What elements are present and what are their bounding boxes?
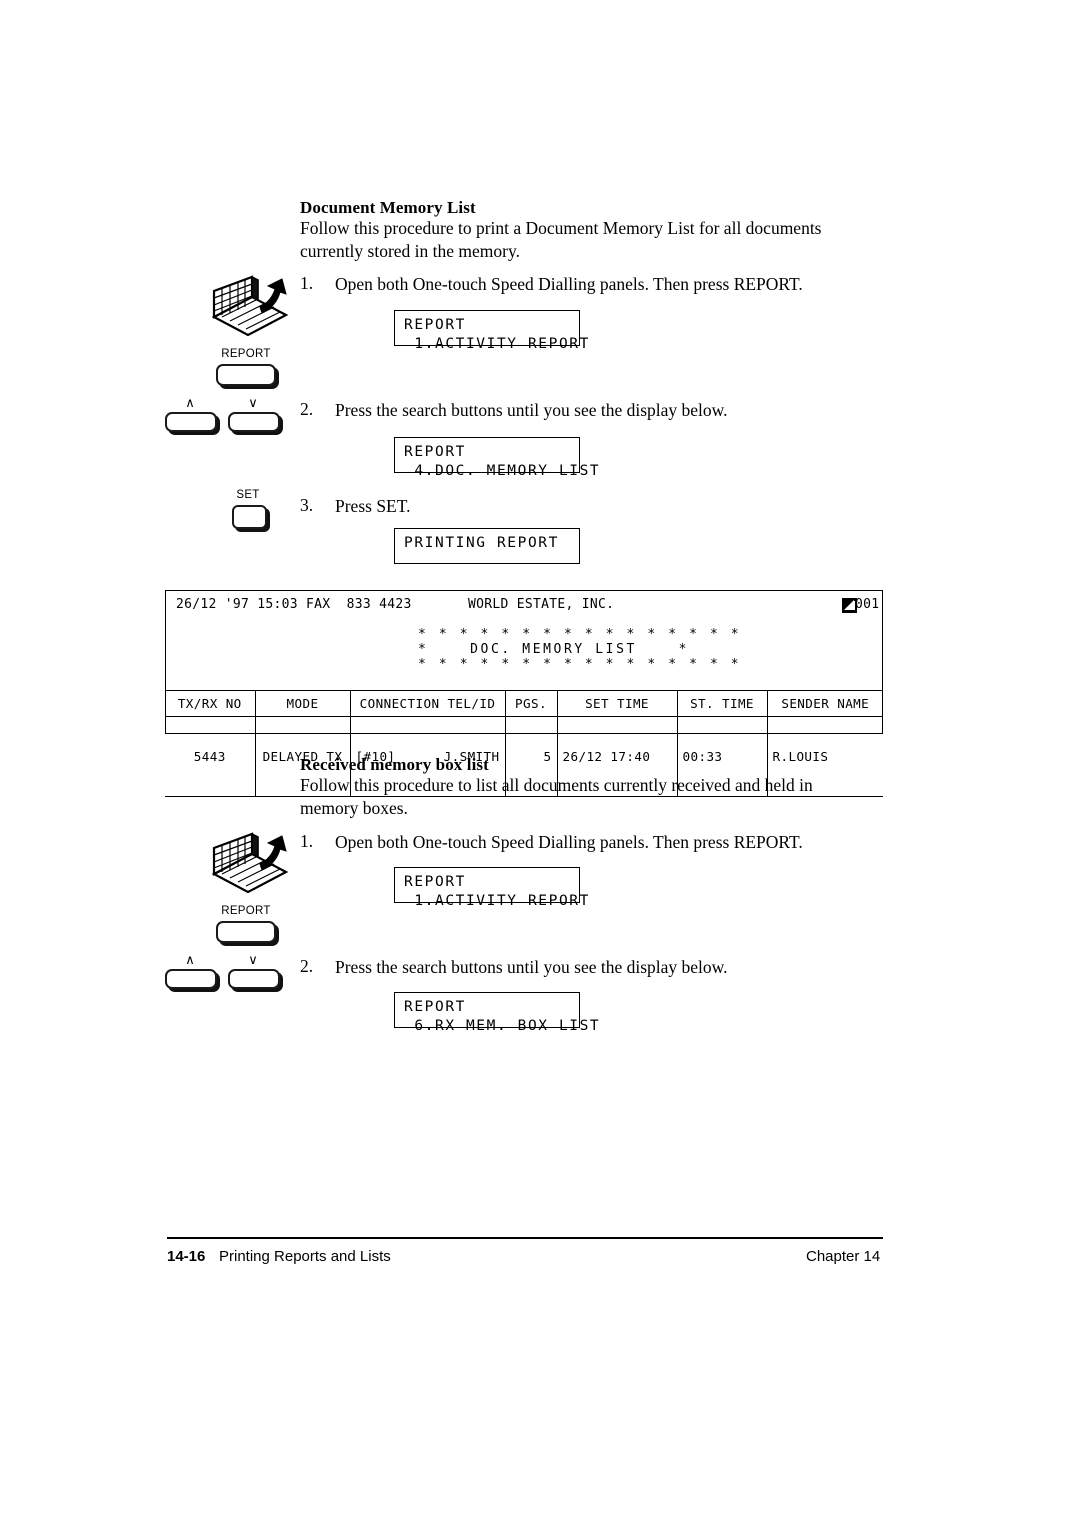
step-number-1-3: 3. — [300, 495, 314, 515]
report-key-label-2: REPORT — [221, 905, 271, 917]
one-touch-panel-illustration-2 — [200, 832, 295, 907]
step-text-2-2: Press the search buttons until you see t… — [335, 957, 728, 977]
section-heading-document-memory-list: Document Memory List — [300, 198, 476, 217]
lcd-line-2: 1.ACTIVITY REPORT — [404, 336, 590, 352]
section-heading-received-memory-box-list: Received memory box list — [300, 755, 489, 774]
set-key[interactable] — [232, 505, 267, 529]
col-header-mode: MODE — [254, 690, 351, 717]
col-header-st-time: ST. TIME — [676, 690, 768, 717]
search-down-key-label-2: ∨ — [248, 952, 258, 967]
lcd-display-2-2: REPORT 6.RX MEM. BOX LIST — [394, 992, 599, 1034]
footer-section-title: Printing Reports and Lists — [219, 1248, 391, 1265]
step-text-2-1: Open both One-touch Speed Dialling panel… — [335, 832, 803, 852]
step-number-2-1: 1. — [300, 831, 314, 851]
footer-page-number-value: 14-16 — [167, 1248, 206, 1265]
step-text-1-3: Press SET. — [335, 496, 411, 516]
report-key-label-1: REPORT — [221, 348, 271, 360]
step-text-1-2: Press the search buttons until you see t… — [335, 400, 728, 420]
search-up-key-2[interactable] — [165, 969, 217, 989]
lcd-line-2: 1.ACTIVITY REPORT — [404, 893, 590, 909]
lcd-line-1: REPORT — [404, 317, 466, 333]
lcd-display-1-2: REPORT 4.DOC. MEMORY LIST — [394, 437, 599, 479]
lcd-line-1: REPORT — [404, 874, 466, 890]
col-header-sender-name: SENDER NAME — [766, 690, 883, 717]
col-header-txrx-no: TX/RX NO — [165, 690, 256, 717]
step-number-1-2: 2. — [300, 399, 314, 419]
col-header-pgs: PGS. — [504, 690, 558, 717]
report-header-company: WORLD ESTATE, INC. — [468, 597, 615, 612]
col-header-set-time: SET TIME — [556, 690, 678, 717]
one-touch-panel-illustration-1 — [200, 275, 295, 350]
lcd-line-2: 4.DOC. MEMORY LIST — [404, 463, 601, 479]
lcd-line-1: REPORT — [404, 444, 466, 460]
footer-chapter: Chapter 14 — [806, 1248, 881, 1265]
lcd-display-1-3: PRINTING REPORT — [394, 528, 580, 564]
report-header-datetime: 26/12 '97 15:03 FAX 833 4423 — [176, 597, 412, 612]
lcd-line-1: PRINTING REPORT — [404, 535, 559, 551]
search-down-key-1[interactable] — [228, 412, 280, 432]
search-up-key-label-1: ∧ — [185, 395, 195, 410]
table-header-row: TX/RX NO MODE CONNECTION TEL/ID PGS. SET… — [165, 690, 883, 717]
lcd-display-1-1: REPORT 1.ACTIVITY REPORT — [394, 310, 588, 352]
report-key-2[interactable] — [216, 921, 276, 943]
step-text-1-1: Open both One-touch Speed Dialling panel… — [335, 274, 803, 294]
section-intro-document-memory-list: Follow this procedure to print a Documen… — [300, 218, 822, 261]
lcd-line-2: 6.RX MEM. BOX LIST — [404, 1018, 601, 1034]
lcd-display-2-1: REPORT 1.ACTIVITY REPORT — [394, 867, 588, 909]
search-up-key-1[interactable] — [165, 412, 217, 432]
set-key-label: SET — [236, 489, 260, 501]
step-number-1-1: 1. — [300, 273, 314, 293]
report-star-row-top: * * * * * * * * * * * * * * * * — [418, 627, 742, 642]
report-title-row: * DOC. MEMORY LIST * — [418, 642, 690, 657]
report-key-1[interactable] — [216, 364, 276, 386]
manual-page: Document Memory List Follow this procedu… — [0, 0, 1080, 1528]
search-down-key-2[interactable] — [228, 969, 280, 989]
footer-divider — [167, 1237, 883, 1239]
section-intro-received-memory-box-list: Follow this procedure to list all docume… — [300, 775, 813, 818]
footer-page-number: 14-16 — [167, 1248, 205, 1265]
cell-txrx-no: 5443 — [165, 716, 256, 797]
search-down-key-label-1: ∨ — [248, 395, 258, 410]
report-star-row-bottom: * * * * * * * * * * * * * * * * — [418, 657, 742, 672]
step-number-2-2: 2. — [300, 956, 314, 976]
report-page-counter: 001 — [855, 597, 880, 612]
search-up-key-label-2: ∧ — [185, 952, 195, 967]
lcd-line-1: REPORT — [404, 999, 466, 1015]
col-header-connection-tel-id: CONNECTION TEL/ID — [349, 690, 506, 717]
